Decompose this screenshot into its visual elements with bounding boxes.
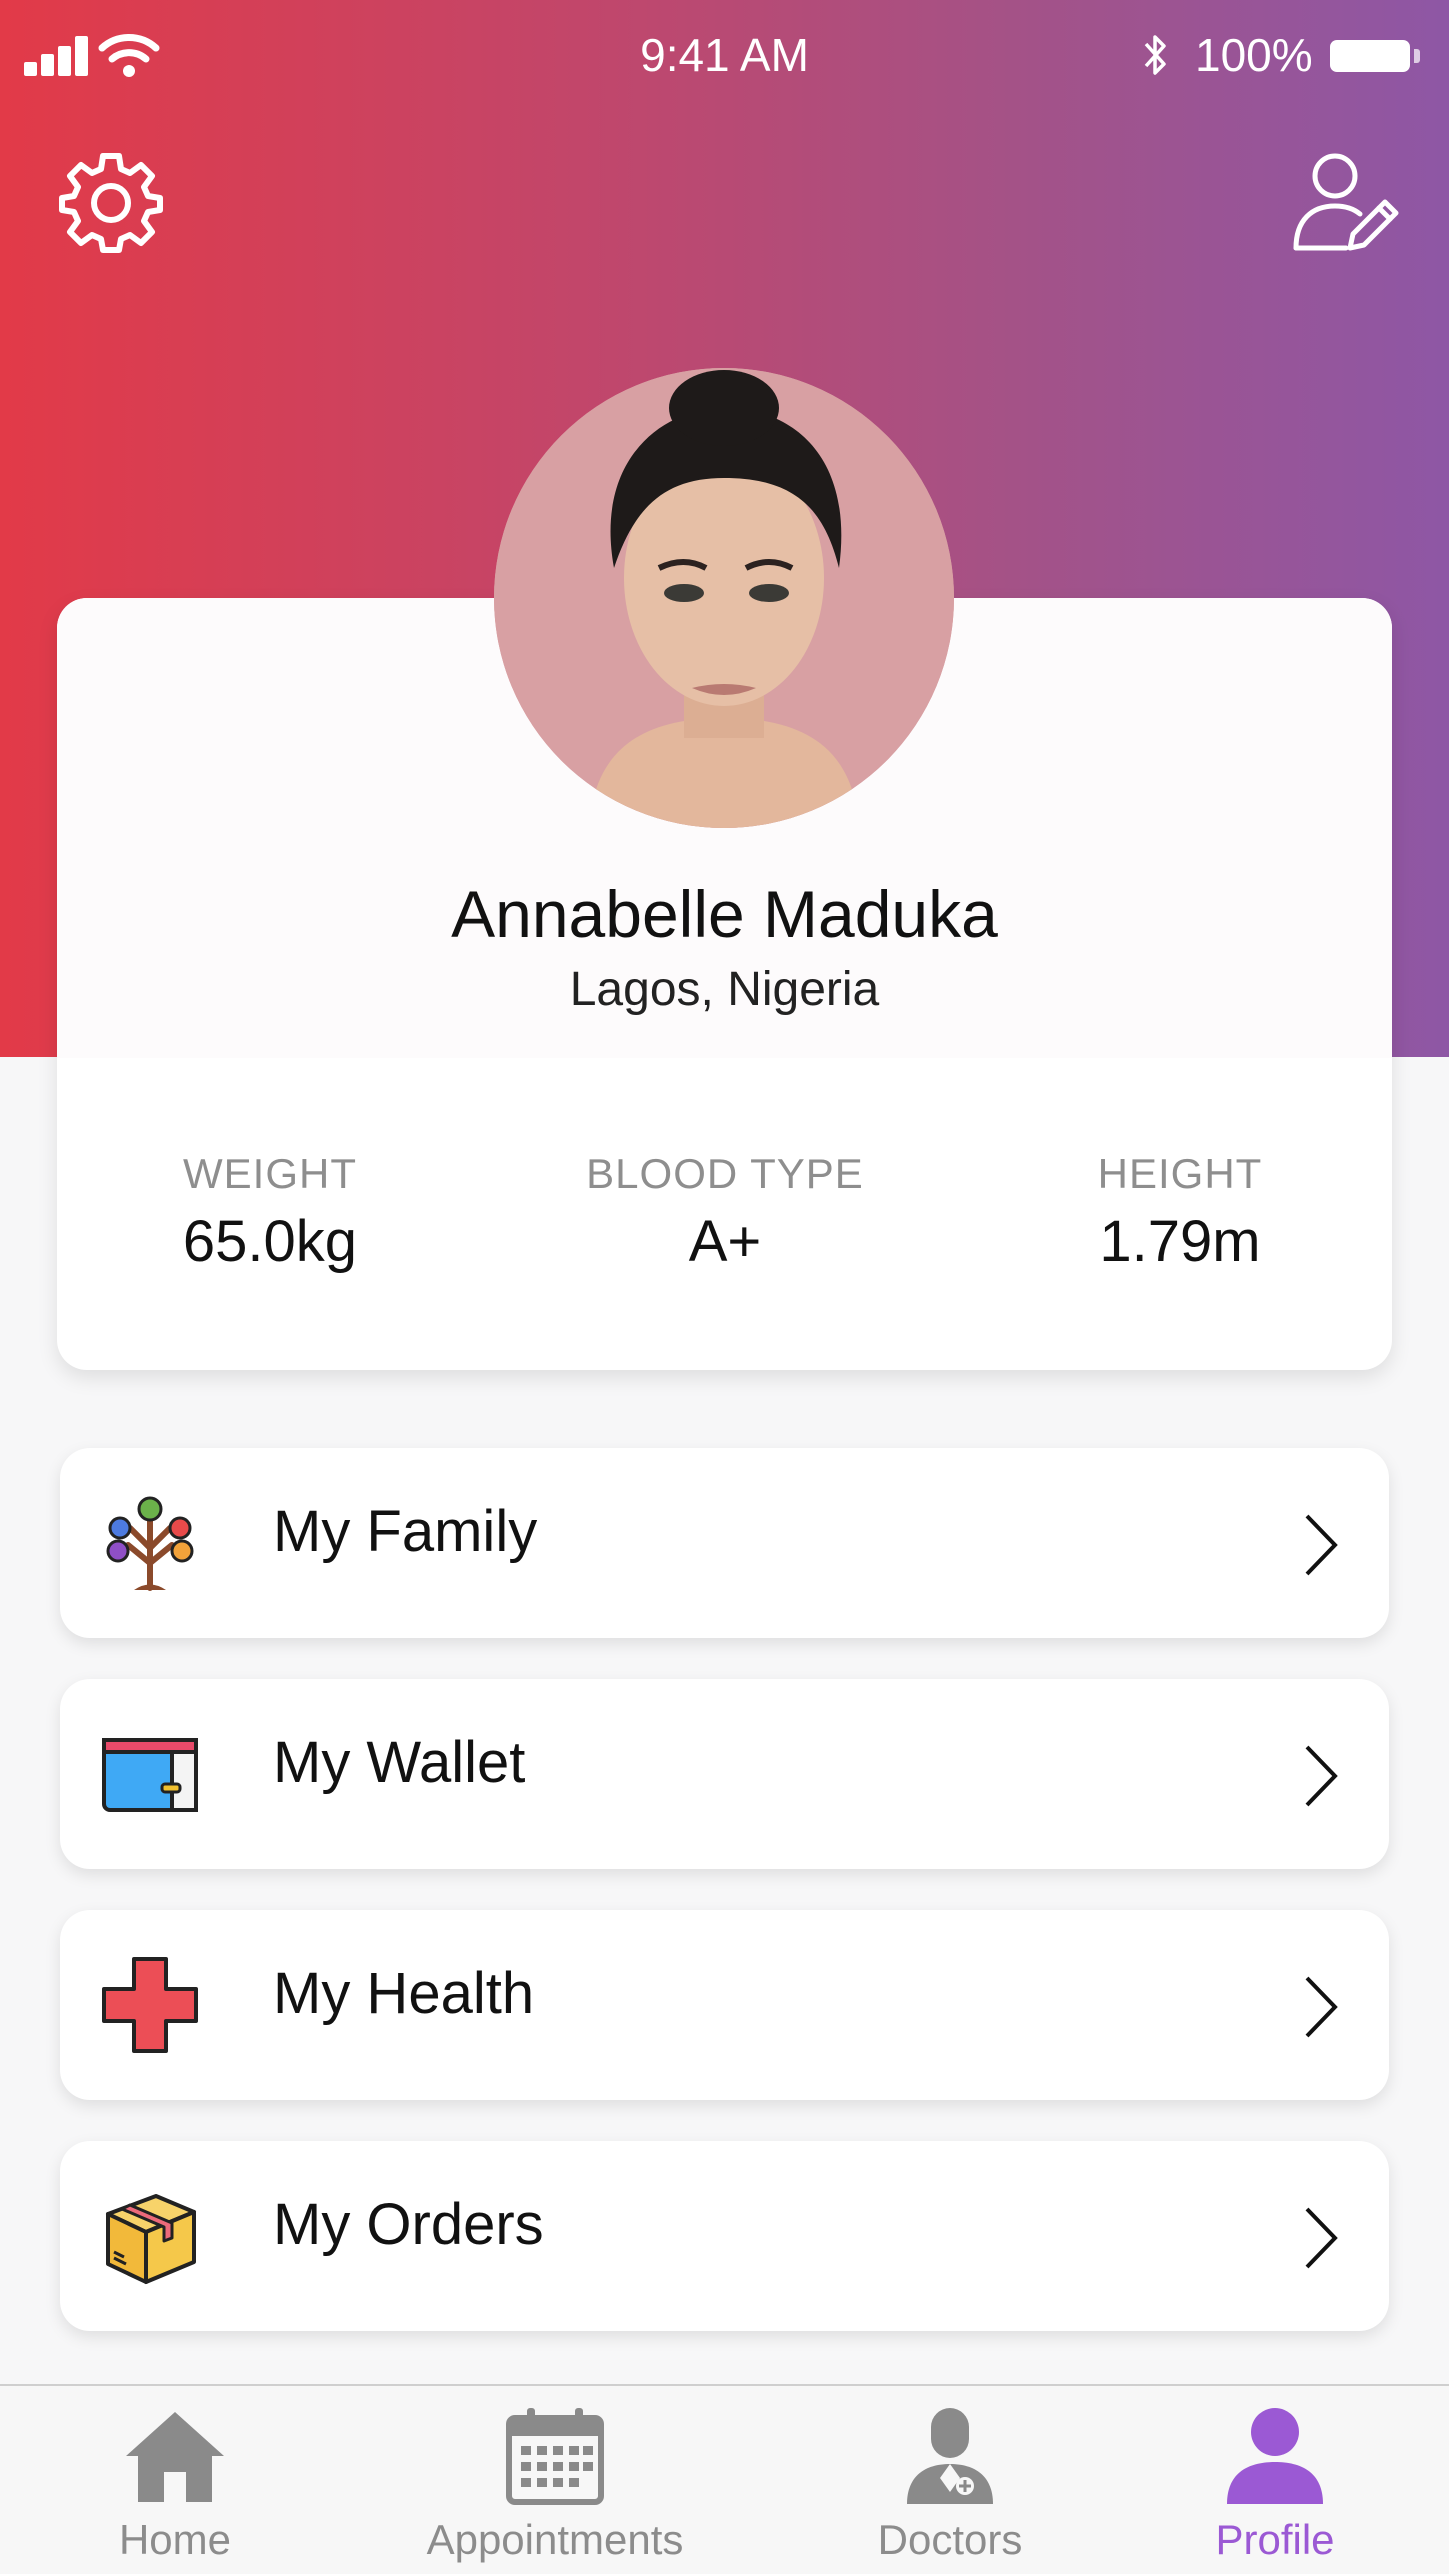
menu-item-my-orders[interactable]: My Orders bbox=[60, 2141, 1389, 2331]
chevron-right-icon bbox=[1305, 1514, 1338, 1576]
menu-item-my-health[interactable]: My Health bbox=[60, 1910, 1389, 2100]
package-box-icon bbox=[106, 2194, 196, 2284]
menu-item-label: My Wallet bbox=[273, 1730, 526, 1795]
tab-bar: Home Appointments Doctors Profile bbox=[0, 2384, 1449, 2574]
tab-doctors[interactable]: Doctors bbox=[840, 2386, 1060, 2574]
tab-label: Appointments bbox=[426, 2516, 684, 2563]
gear-icon[interactable] bbox=[58, 150, 164, 256]
stat-weight: WEIGHT 65.0kg bbox=[120, 1150, 420, 1275]
user-edit-icon[interactable] bbox=[1290, 148, 1400, 258]
tab-profile[interactable]: Profile bbox=[1180, 2386, 1370, 2574]
menu-item-label: My Family bbox=[273, 1499, 538, 1564]
menu-item-label: My Orders bbox=[273, 2192, 544, 2257]
tab-home[interactable]: Home bbox=[60, 2386, 290, 2574]
chevron-right-icon bbox=[1305, 1976, 1338, 2038]
person-icon bbox=[1227, 2408, 1323, 2504]
avatar bbox=[494, 368, 954, 828]
stat-blood-type: BLOOD TYPE A+ bbox=[565, 1150, 885, 1275]
stat-value: 1.79m bbox=[1099, 1209, 1261, 1274]
stat-value: 65.0kg bbox=[182, 1209, 358, 1274]
tab-appointments[interactable]: Appointments bbox=[410, 2386, 700, 2574]
stat-label: WEIGHT bbox=[183, 1150, 357, 1197]
family-tree-icon bbox=[106, 1496, 194, 1591]
stat-height: HEIGHT 1.79m bbox=[1030, 1150, 1330, 1275]
menu-item-my-family[interactable]: My Family bbox=[60, 1448, 1389, 1638]
stat-label: HEIGHT bbox=[1097, 1150, 1263, 1197]
tab-label: Doctors bbox=[877, 2516, 1023, 2563]
status-bar: 9:41 AM 100% bbox=[0, 0, 1449, 110]
user-name: Annabelle Maduka bbox=[451, 877, 998, 951]
home-icon bbox=[126, 2412, 224, 2502]
stat-label: BLOOD TYPE bbox=[586, 1150, 864, 1197]
chevron-right-icon bbox=[1305, 1745, 1338, 1807]
stat-value: A+ bbox=[688, 1209, 762, 1274]
calendar-icon bbox=[506, 2408, 604, 2505]
chevron-right-icon bbox=[1305, 2207, 1338, 2269]
doctor-icon bbox=[907, 2408, 993, 2504]
tab-label: Home bbox=[118, 2516, 232, 2563]
battery-percent: 100% bbox=[1195, 29, 1313, 81]
menu-item-label: My Health bbox=[273, 1961, 535, 2026]
menu-item-my-wallet[interactable]: My Wallet bbox=[60, 1679, 1389, 1869]
wallet-icon bbox=[102, 1738, 198, 1812]
tab-label: Profile bbox=[1215, 2516, 1335, 2563]
battery-icon bbox=[1330, 40, 1410, 72]
user-location: Lagos, Nigeria bbox=[569, 963, 880, 1016]
bluetooth-icon bbox=[1144, 35, 1166, 75]
medical-cross-icon bbox=[102, 1957, 198, 2053]
